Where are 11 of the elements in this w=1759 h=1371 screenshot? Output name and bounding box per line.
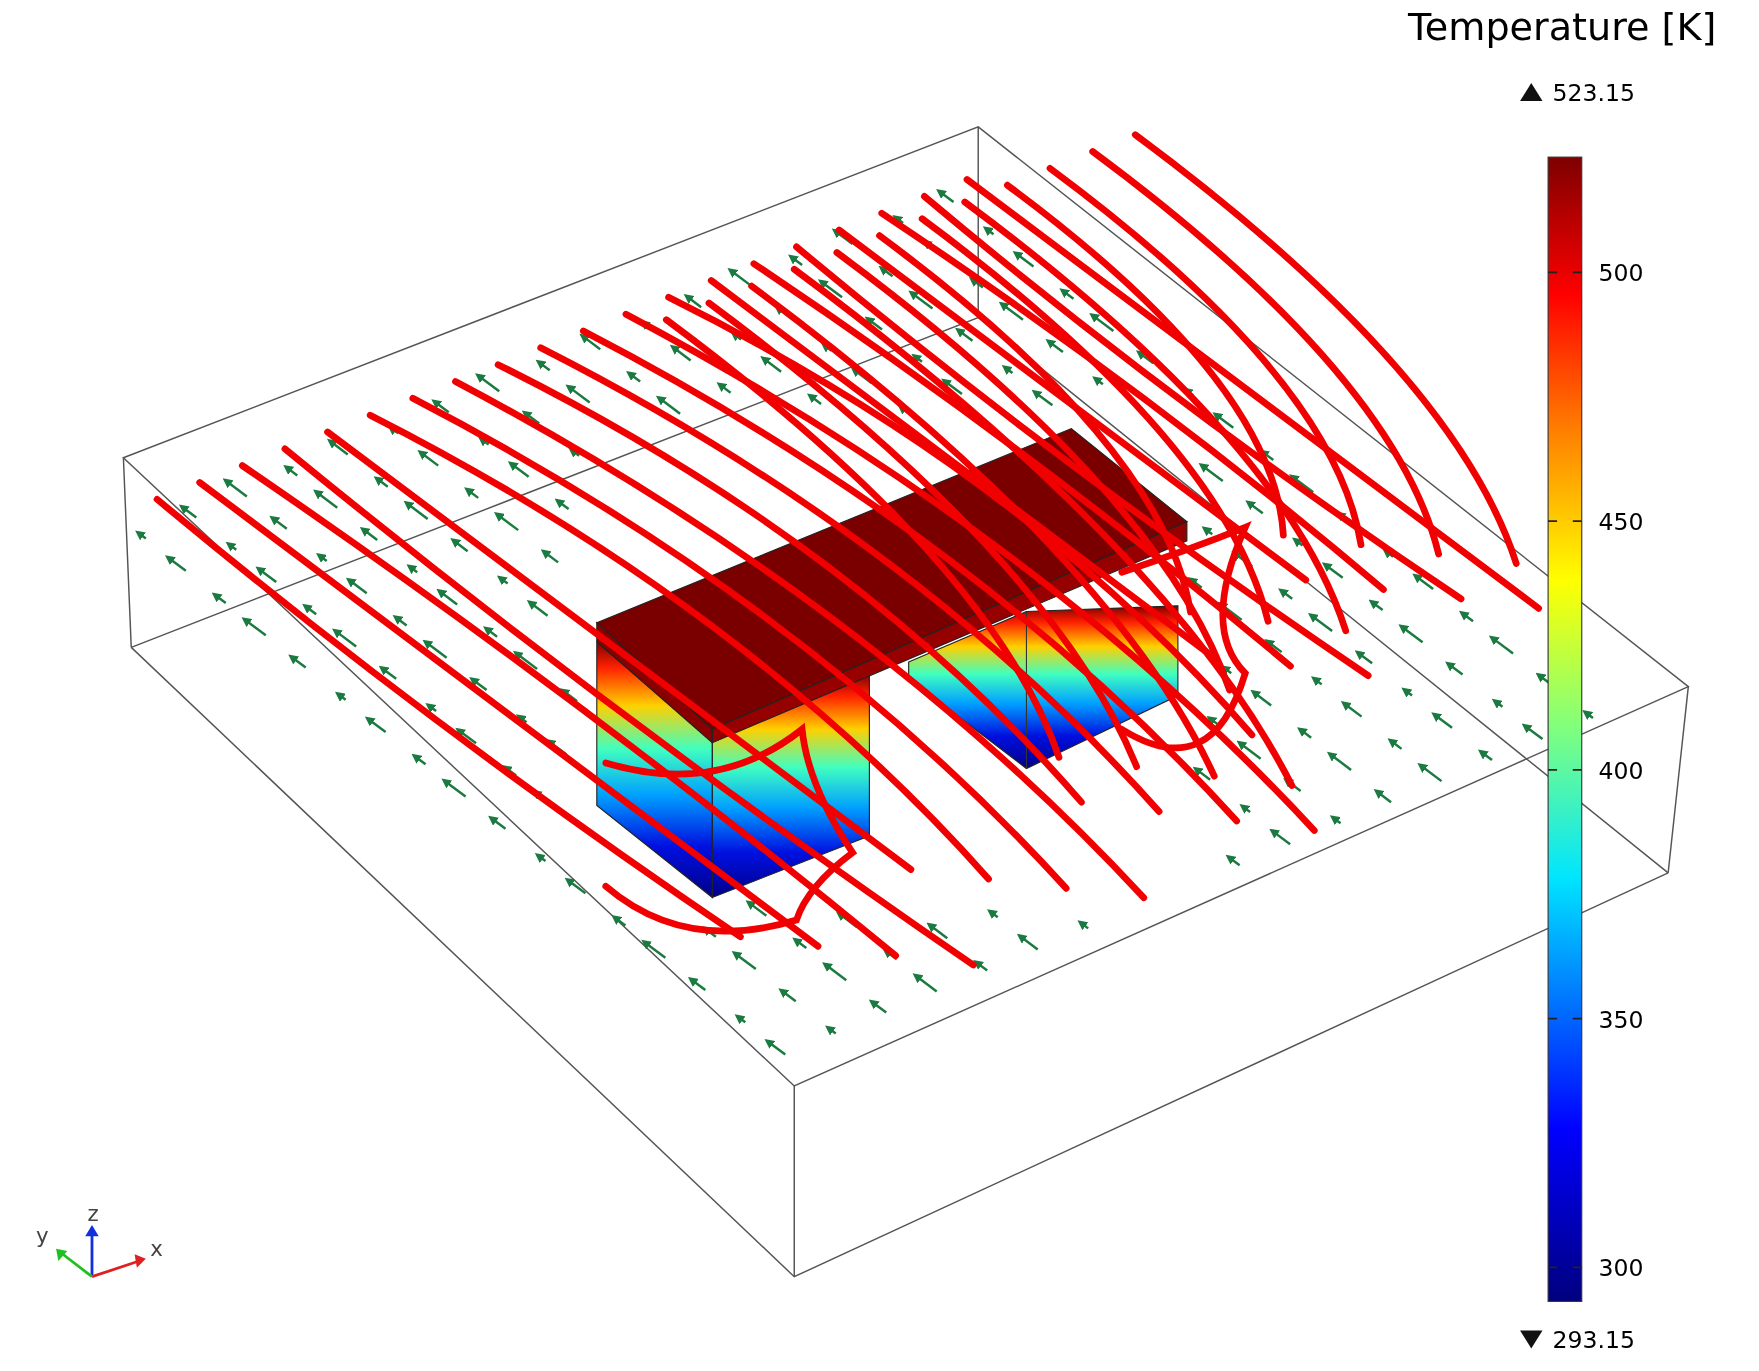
min-value: 293.15 (1552, 1326, 1635, 1355)
tick-label: 450 (1598, 508, 1644, 536)
axis-label: x (150, 1236, 163, 1262)
axis-label: y (35, 1223, 49, 1249)
tick-label: 350 (1598, 1005, 1644, 1034)
tick-label: 400 (1598, 756, 1644, 785)
legend-title: Temperature [K] (1408, 5, 1717, 50)
tick-label: 300 (1598, 1254, 1644, 1283)
tick-label: 500 (1598, 259, 1644, 288)
axis-label: z (87, 1200, 99, 1226)
max-value: 523.15 (1552, 79, 1635, 108)
